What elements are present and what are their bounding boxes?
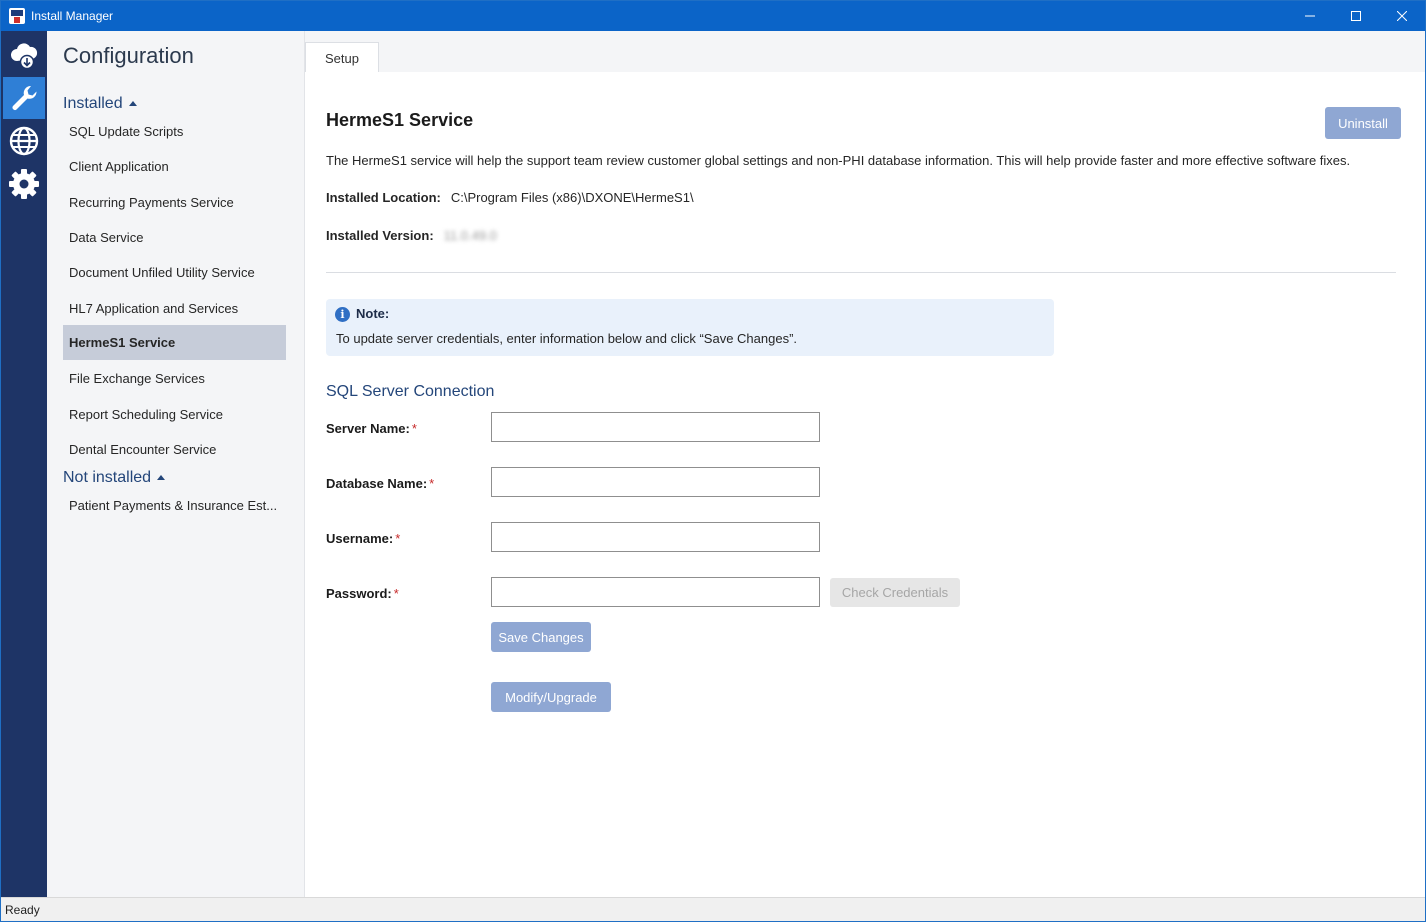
server-name-input[interactable] — [491, 412, 820, 442]
note-text: To update server credentials, enter info… — [336, 331, 798, 346]
tab-setup[interactable]: Setup — [305, 42, 379, 73]
sidebar-item-sql-update-scripts[interactable]: SQL Update Scripts — [63, 114, 286, 149]
minimize-button[interactable] — [1287, 1, 1333, 31]
installed-version-row: Installed Version: 11.0.49.0 — [326, 228, 497, 243]
globe-icon — [9, 126, 39, 156]
required-marker: * — [411, 421, 417, 436]
sidebar-item-label: File Exchange Services — [69, 371, 205, 386]
username-label: Username: * — [326, 531, 400, 546]
sidebar-item-hermes1-service[interactable]: HermeS1 Service — [63, 325, 286, 360]
installed-version-label: Installed Version: — [326, 228, 434, 243]
save-changes-button[interactable]: Save Changes — [491, 622, 591, 652]
sidebar-title: Configuration — [63, 43, 194, 68]
check-credentials-button[interactable]: Check Credentials — [830, 578, 960, 607]
rail-install-button[interactable] — [3, 34, 45, 76]
password-label: Password: * — [326, 586, 399, 601]
status-bar: Ready — [1, 897, 1425, 921]
server-name-label: Server Name: * — [326, 421, 417, 436]
uninstall-button[interactable]: Uninstall — [1325, 107, 1401, 139]
title-bar: Install Manager — [1, 1, 1425, 31]
sidebar-item-hl7-application-and-services[interactable]: HL7 Application and Services — [63, 291, 286, 326]
sidebar-item-dental-encounter-service[interactable]: Dental Encounter Service — [63, 432, 286, 467]
username-label-text: Username: — [326, 531, 394, 546]
required-marker: * — [395, 531, 401, 546]
installed-location-value: C:\Program Files (x86)\DXONE\HermeS1\ — [450, 190, 694, 205]
password-label-text: Password: — [326, 586, 392, 601]
username-input[interactable] — [491, 522, 820, 552]
required-marker: * — [393, 586, 399, 601]
sidebar-item-client-application[interactable]: Client Application — [63, 149, 286, 184]
window-controls — [1287, 1, 1425, 31]
maximize-icon — [1351, 11, 1361, 21]
sql-connection-heading: SQL Server Connection — [326, 383, 495, 400]
nav-rail — [1, 31, 47, 897]
configuration-sidebar: Configuration Installed SQL Update Scrip… — [47, 31, 305, 897]
caret-up-icon — [157, 474, 166, 480]
status-text: Ready — [5, 902, 40, 917]
main-panel: HermeS1 Service Uninstall The HermeS1 se… — [305, 72, 1425, 897]
sidebar-item-label: Dental Encounter Service — [69, 442, 217, 457]
sidebar-item-recurring-payments-service[interactable]: Recurring Payments Service — [63, 185, 286, 220]
not-installed-group-header[interactable]: Not installed — [63, 469, 166, 487]
wrench-icon — [12, 85, 37, 110]
sidebar-item-label: Report Scheduling Service — [69, 407, 223, 422]
database-name-label-text: Database Name: — [326, 476, 428, 491]
close-button[interactable] — [1379, 1, 1425, 31]
window-title: Install Manager — [31, 9, 114, 23]
tab-label: Setup — [325, 50, 359, 66]
modify-upgrade-button[interactable]: Modify/Upgrade — [491, 682, 611, 712]
installed-location-row: Installed Location: C:\Program Files (x8… — [326, 190, 694, 205]
app-logo-icon — [9, 8, 25, 24]
sidebar-item-data-service[interactable]: Data Service — [63, 220, 286, 255]
password-input[interactable] — [491, 577, 820, 607]
maximize-button[interactable] — [1333, 1, 1379, 31]
service-description: The HermeS1 service will help the suppor… — [326, 153, 1351, 168]
installed-group-label: Installed — [63, 95, 123, 112]
installed-version-value: 11.0.49.0 — [443, 228, 497, 243]
note-title: Note: — [356, 306, 390, 321]
sidebar-item-label: SQL Update Scripts — [69, 124, 184, 139]
installed-group-header[interactable]: Installed — [63, 95, 137, 113]
sidebar-item-document-unfiled-utility-service[interactable]: Document Unfiled Utility Service — [63, 255, 286, 290]
database-name-label: Database Name: * — [326, 476, 434, 491]
rail-settings-button[interactable] — [3, 163, 45, 205]
close-icon — [1397, 11, 1407, 21]
required-marker: * — [429, 476, 435, 491]
page-title: HermeS1 Service — [326, 110, 474, 130]
install-manager-window: Install Manager Configuration Installed … — [0, 0, 1426, 922]
cloud-download-icon — [11, 43, 38, 70]
note-box: i Note: To update server credentials, en… — [326, 299, 1054, 356]
caret-up-icon — [128, 100, 137, 106]
server-name-label-text: Server Name: — [326, 421, 410, 436]
installed-location-label: Installed Location: — [326, 190, 441, 205]
section-divider — [326, 272, 1396, 273]
database-name-input[interactable] — [491, 467, 820, 497]
sidebar-item-report-scheduling-service[interactable]: Report Scheduling Service — [63, 397, 286, 432]
sidebar-item-label: Client Application — [69, 159, 169, 174]
tab-strip: Setup — [305, 31, 1425, 73]
sidebar-item-label: Document Unfiled Utility Service — [69, 265, 255, 280]
rail-configuration-button[interactable] — [3, 77, 45, 119]
sidebar-item-patient-payments[interactable]: Patient Payments & Insurance Est... — [63, 488, 286, 523]
minimize-icon — [1305, 15, 1315, 17]
sidebar-item-label: Recurring Payments Service — [69, 195, 234, 210]
gear-icon — [9, 169, 39, 199]
info-icon: i — [335, 307, 350, 322]
sidebar-item-label: Data Service — [69, 230, 144, 245]
sidebar-item-label: Patient Payments & Insurance Est... — [69, 498, 278, 513]
sidebar-item-file-exchange-services[interactable]: File Exchange Services — [63, 361, 286, 396]
rail-web-button[interactable] — [3, 120, 45, 162]
sidebar-item-label: HL7 Application and Services — [69, 301, 239, 316]
sidebar-item-label: HermeS1 Service — [69, 335, 176, 350]
not-installed-group-label: Not installed — [63, 469, 152, 486]
